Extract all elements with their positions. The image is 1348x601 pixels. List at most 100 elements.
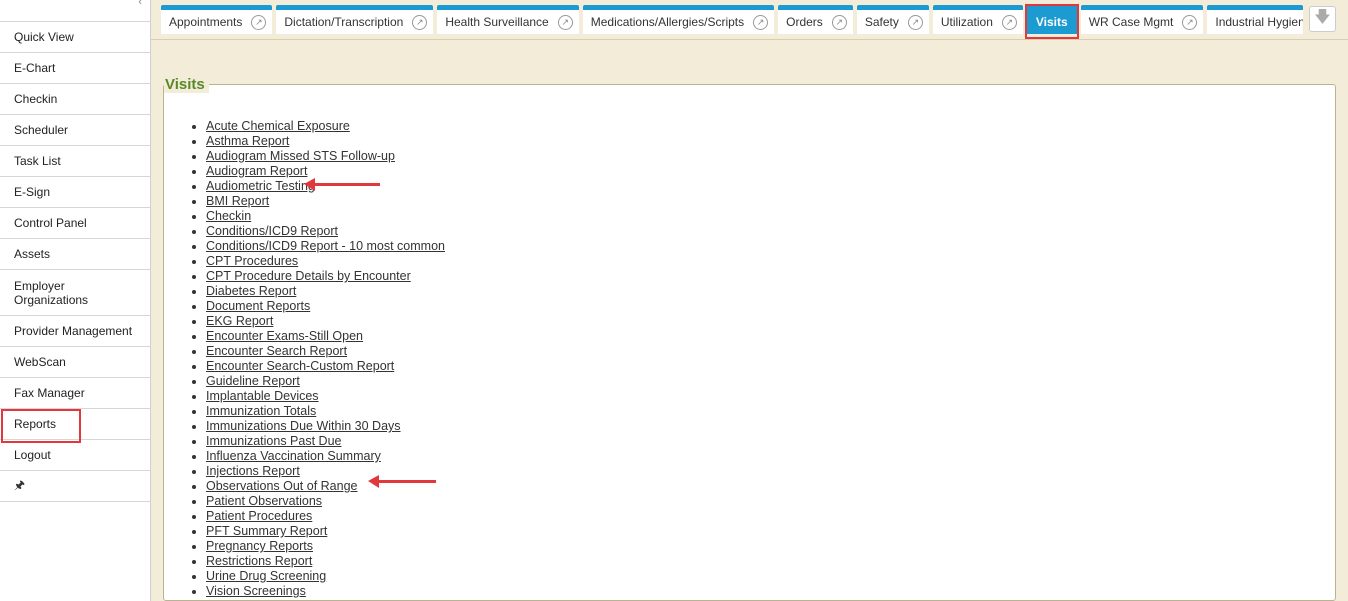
tab-appointments[interactable]: Appointments ↗ [161,5,273,34]
report-link[interactable]: Audiometric Testing [206,179,315,193]
app-window: ‹ Quick View E-Chart Checkin Scheduler T… [0,0,1348,601]
list-item: Pregnancy Reports [206,539,445,554]
report-link[interactable]: Acute Chemical Exposure [206,119,350,133]
section-title: Visits [164,76,209,93]
report-link[interactable]: EKG Report [206,314,273,328]
sidebar-item-reports[interactable]: Reports [0,409,150,443]
sidebar-item-label: Scheduler [14,123,69,137]
tab-dictation-transcription[interactable]: Dictation/Transcription ↗ [276,5,434,34]
tab-strip: Appointments ↗ Dictation/Transcription ↗ H… [161,4,1307,39]
report-link[interactable]: Conditions/ICD9 Report [206,224,338,238]
open-external-icon[interactable]: ↗ [251,14,267,30]
tab-visits[interactable]: Visits [1026,5,1077,34]
report-link[interactable]: Audiogram Report [206,164,307,178]
sidebar-item-logout[interactable]: Logout [0,440,150,471]
collapse-icon[interactable]: ‹ [138,0,142,8]
sidebar-item-e-sign[interactable]: E-Sign [0,177,150,208]
open-external-icon[interactable]: ↗ [557,14,573,30]
sidebar-item-quick-view[interactable]: Quick View [0,22,150,53]
tab-safety[interactable]: Safety ↗ [856,5,929,34]
sidebar-item-scheduler[interactable]: Scheduler [0,115,150,146]
report-link[interactable]: Encounter Search Report [206,344,347,358]
report-link[interactable]: Conditions/ICD9 Report - 10 most common [206,239,445,253]
list-item: Diabetes Report [206,284,445,299]
report-link[interactable]: Influenza Vaccination Summary [206,449,381,463]
report-link[interactable]: CPT Procedure Details by Encounter [206,269,411,283]
sidebar-item-label: Reports [14,417,57,431]
report-link[interactable]: Audiogram Missed STS Follow-up [206,149,395,163]
report-link[interactable]: Immunizations Past Due [206,434,341,448]
tab-label: Medications/Allergies/Scripts [590,15,745,29]
scroll-tabs-down-icon[interactable]: 🡇 [1309,6,1336,32]
report-link[interactable]: Patient Procedures [206,509,312,523]
report-link[interactable]: BMI Report [206,194,269,208]
tab-label: Orders [786,15,823,29]
report-link[interactable]: Immunization Totals [206,404,316,418]
report-link[interactable]: Urine Drug Screening [206,569,326,583]
sidebar-item-webscan[interactable]: WebScan [0,347,150,378]
open-external-icon[interactable]: ↗ [907,14,923,30]
annotation-arrow-patient-observations [368,475,436,488]
report-link[interactable]: Checkin [206,209,251,223]
report-link[interactable]: PFT Summary Report [206,524,327,538]
sidebar-item-label: Assets [14,247,51,261]
tab-wr-case-mgmt[interactable]: WR Case Mgmt ↗ [1080,5,1204,34]
report-category-tabs-bar: Appointments ↗ Dictation/Transcription ↗ H… [151,0,1348,40]
report-link[interactable]: Patient Observations [206,494,322,508]
report-link[interactable]: Document Reports [206,299,310,313]
sidebar-item-pin[interactable]: 🖈 [0,471,150,502]
open-external-icon[interactable]: ↗ [1182,14,1198,30]
list-item: PFT Summary Report [206,524,445,539]
sidebar-item-label: WebScan [14,355,66,369]
list-item: Acute Chemical Exposure [206,119,445,134]
sidebar-item-employer-organizations[interactable]: Employer Organizations [0,270,150,316]
report-link[interactable]: Immunizations Due Within 30 Days [206,419,401,433]
list-item: EKG Report [206,314,445,329]
report-link[interactable]: Injections Report [206,464,300,478]
sidebar-item-label: Employer Organizations [14,278,89,307]
list-item: Audiogram Report [206,164,445,179]
annotation-arrow-bmi [304,178,380,191]
list-item: Implantable Devices [206,389,445,404]
list-item: Immunizations Past Due [206,434,445,449]
list-item: Document Reports [206,299,445,314]
tab-industrial-hygiene[interactable]: Industrial Hygiene [1207,5,1304,34]
tab-health-surveillance[interactable]: Health Surveillance ↗ [437,5,579,34]
sidebar-item-e-chart[interactable]: E-Chart [0,53,150,84]
report-link[interactable]: Pregnancy Reports [206,539,313,553]
list-item: Influenza Vaccination Summary [206,449,445,464]
tab-utilization[interactable]: Utilization ↗ [932,5,1023,34]
open-external-icon[interactable]: ↗ [753,14,769,30]
open-external-icon[interactable]: ↗ [831,14,847,30]
list-item: Urine Drug Screening [206,569,445,584]
report-link[interactable]: Asthma Report [206,134,289,148]
visits-section: Visits Acute Chemical ExposureAsthma Rep… [163,76,1336,601]
report-link[interactable]: Diabetes Report [206,284,296,298]
report-link[interactable]: Encounter Exams-Still Open [206,329,363,343]
list-item: Immunizations Due Within 30 Days [206,419,445,434]
sidebar-item-label: Logout [14,448,51,462]
report-link[interactable]: CPT Procedures [206,254,298,268]
list-item: Restrictions Report [206,554,445,569]
list-item: Encounter Search-Custom Report [206,359,445,374]
report-link[interactable]: Encounter Search-Custom Report [206,359,394,373]
report-link[interactable]: Observations Out of Range [206,479,357,493]
sidebar-item-control-panel[interactable]: Control Panel [0,208,150,239]
tab-orders[interactable]: Orders ↗ [778,5,853,34]
open-external-icon[interactable]: ↗ [412,14,428,30]
tab-label: Utilization [940,15,993,29]
list-item: CPT Procedures [206,254,445,269]
sidebar-item-label: E-Chart [14,61,56,75]
tab-medications-allergies-scripts[interactable]: Medications/Allergies/Scripts ↗ [582,5,775,34]
tab-label: Health Surveillance [445,15,549,29]
sidebar-item-task-list[interactable]: Task List [0,146,150,177]
sidebar-item-assets[interactable]: Assets [0,239,150,270]
report-link[interactable]: Implantable Devices [206,389,319,403]
sidebar-item-fax-manager[interactable]: Fax Manager [0,378,150,409]
sidebar-item-checkin[interactable]: Checkin [0,84,150,115]
report-link[interactable]: Guideline Report [206,374,300,388]
report-link[interactable]: Vision Screenings [206,584,306,598]
open-external-icon[interactable]: ↗ [1001,14,1017,30]
report-link[interactable]: Restrictions Report [206,554,312,568]
sidebar-item-provider-management[interactable]: Provider Management [0,316,150,347]
